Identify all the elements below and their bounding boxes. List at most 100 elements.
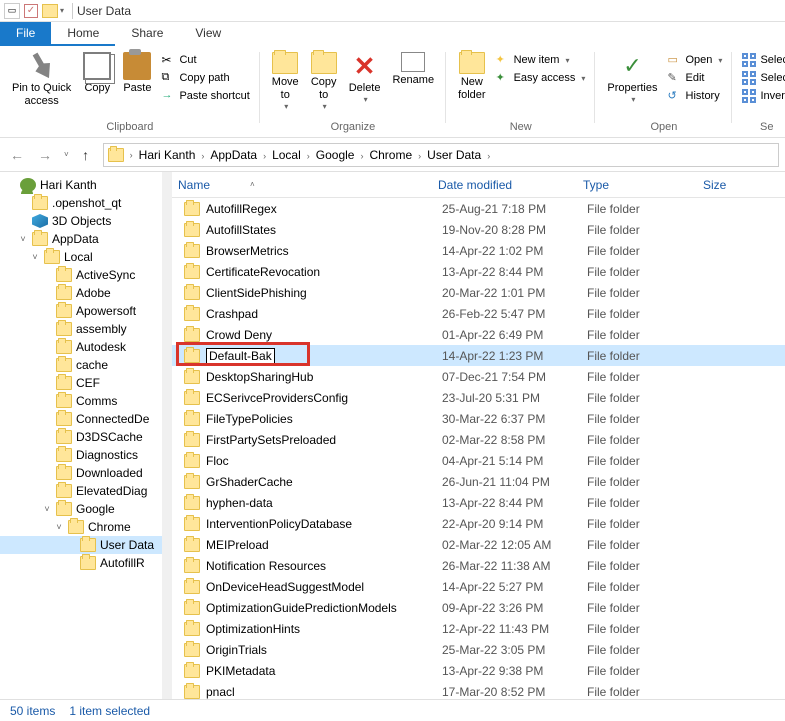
file-row[interactable]: ECSerivceProvidersConfig23-Jul-20 5:31 P… <box>172 387 785 408</box>
file-row[interactable]: hyphen-data13-Apr-22 8:44 PMFile folder <box>172 492 785 513</box>
tree-scrollbar[interactable] <box>162 172 172 699</box>
file-row[interactable]: BrowserMetrics14-Apr-22 1:02 PMFile fold… <box>172 240 785 261</box>
file-row[interactable]: OnDeviceHeadSuggestModel14-Apr-22 5:27 P… <box>172 576 785 597</box>
paste-shortcut-button[interactable]: Paste shortcut <box>159 88 251 104</box>
tree-item[interactable]: ˅Google <box>0 500 162 518</box>
cut-button[interactable]: Cut <box>159 52 251 68</box>
forward-button[interactable]: → <box>34 144 56 166</box>
history-dropdown-icon[interactable]: ˅ <box>64 150 69 159</box>
qa-folder-icon[interactable] <box>42 4 58 18</box>
file-row[interactable]: GrShaderCache26-Jun-21 11:04 PMFile fold… <box>172 471 785 492</box>
file-row[interactable]: OptimizationGuidePredictionModels09-Apr-… <box>172 597 785 618</box>
breadcrumb-segment[interactable]: Chrome <box>365 148 416 162</box>
breadcrumb-segment[interactable]: Google <box>312 148 359 162</box>
expand-icon[interactable]: ˅ <box>30 252 40 262</box>
expand-icon[interactable]: ˅ <box>18 234 28 244</box>
copy-path-button[interactable]: Copy path <box>159 70 251 86</box>
tree-item[interactable]: ˅AppData <box>0 230 162 248</box>
file-row[interactable]: FileTypePolicies30-Mar-22 6:37 PMFile fo… <box>172 408 785 429</box>
file-row[interactable]: CertificateRevocation13-Apr-22 8:44 PMFi… <box>172 261 785 282</box>
file-row[interactable]: ClientSidePhishing20-Mar-22 1:01 PMFile … <box>172 282 785 303</box>
tree-item[interactable]: Adobe <box>0 284 162 302</box>
breadcrumb[interactable]: › Hari Kanth›AppData›Local›Google›Chrome… <box>103 143 779 167</box>
edit-button[interactable]: Edit <box>666 70 725 86</box>
tab-share[interactable]: Share <box>115 22 179 46</box>
tree-item[interactable]: ActiveSync <box>0 266 162 284</box>
copy-to-button[interactable]: Copy to▾ <box>305 50 343 114</box>
history-button[interactable]: History <box>666 88 725 104</box>
up-button[interactable]: ↑ <box>75 144 97 166</box>
chevron-right-icon[interactable]: › <box>485 151 492 161</box>
tree-item[interactable]: .openshot_qt <box>0 194 162 212</box>
chevron-right-icon[interactable]: › <box>128 150 135 160</box>
tree-item[interactable]: Diagnostics <box>0 446 162 464</box>
tree-item[interactable]: Apowersoft <box>0 302 162 320</box>
file-row[interactable]: Crowd Deny01-Apr-22 6:49 PMFile folder <box>172 324 785 345</box>
file-row[interactable]: AutofillStates19-Nov-20 8:28 PMFile fold… <box>172 219 785 240</box>
tree-item[interactable]: ElevatedDiag <box>0 482 162 500</box>
properties-button[interactable]: ✓Properties▾ <box>601 50 663 107</box>
file-row[interactable]: OriginTrials25-Mar-22 3:05 PMFile folder <box>172 639 785 660</box>
tab-view[interactable]: View <box>179 22 237 46</box>
tree-item[interactable]: assembly <box>0 320 162 338</box>
new-folder-button[interactable]: New folder <box>452 50 492 104</box>
back-button[interactable]: ← <box>6 144 28 166</box>
file-row[interactable]: PKIMetadata13-Apr-22 9:38 PMFile folder <box>172 660 785 681</box>
file-list[interactable]: AutofillRegex25-Aug-21 7:18 PMFile folde… <box>172 198 785 699</box>
open-button[interactable]: Open▾ <box>666 52 725 68</box>
tree-item[interactable]: cache <box>0 356 162 374</box>
tree-item[interactable]: Downloaded <box>0 464 162 482</box>
column-name-header[interactable]: Name˄ <box>172 174 432 196</box>
breadcrumb-segment[interactable]: Hari Kanth <box>135 148 200 162</box>
tree-item[interactable]: User Data <box>0 536 162 554</box>
invert-selection-button[interactable]: Invert <box>740 88 785 104</box>
tree-item[interactable]: ˅Local <box>0 248 162 266</box>
copy-button[interactable]: Copy <box>77 50 117 97</box>
rename-input[interactable]: Default-Bak <box>206 348 275 364</box>
paste-button[interactable]: Paste <box>117 50 157 97</box>
file-row[interactable]: pnacl17-Mar-20 8:52 PMFile folder <box>172 681 785 699</box>
file-row[interactable]: DesktopSharingHub07-Dec-21 7:54 PMFile f… <box>172 366 785 387</box>
breadcrumb-segment[interactable]: Local <box>268 148 305 162</box>
select-none-button[interactable]: Select <box>740 70 785 86</box>
tree-item[interactable]: D3DSCache <box>0 428 162 446</box>
tree-item[interactable]: Autodesk <box>0 338 162 356</box>
qa-check-icon[interactable]: ✓ <box>24 4 38 18</box>
column-type-header[interactable]: Type <box>577 174 697 196</box>
new-item-button[interactable]: New item▾ <box>494 52 588 68</box>
tree-item[interactable]: AutofillR <box>0 554 162 572</box>
column-size-header[interactable]: Size <box>697 174 785 196</box>
file-row[interactable]: Notification Resources26-Mar-22 11:38 AM… <box>172 555 785 576</box>
tree-item[interactable]: ConnectedDe <box>0 410 162 428</box>
file-row[interactable]: AutofillRegex25-Aug-21 7:18 PMFile folde… <box>172 198 785 219</box>
tab-home[interactable]: Home <box>51 22 115 46</box>
easy-access-button[interactable]: Easy access▾ <box>494 70 588 86</box>
expand-icon[interactable]: ˅ <box>42 504 52 514</box>
tab-file[interactable]: File <box>0 22 51 46</box>
folder-icon <box>44 250 60 264</box>
breadcrumb-segment[interactable]: User Data <box>423 148 485 162</box>
rename-button[interactable]: Rename <box>386 50 440 89</box>
tree-item[interactable]: ˅Chrome <box>0 518 162 536</box>
file-row[interactable]: OptimizationHints12-Apr-22 11:43 PMFile … <box>172 618 785 639</box>
column-date-header[interactable]: Date modified <box>432 174 577 196</box>
delete-button[interactable]: ✕Delete▾ <box>343 50 387 107</box>
file-row[interactable]: Default-Bak14-Apr-22 1:23 PMFile folder <box>172 345 785 366</box>
file-row[interactable]: Crashpad26-Feb-22 5:47 PMFile folder <box>172 303 785 324</box>
breadcrumb-segment[interactable]: AppData <box>206 148 261 162</box>
tree-item[interactable]: CEF <box>0 374 162 392</box>
select-all-button[interactable]: Select <box>740 52 785 68</box>
file-row[interactable]: InterventionPolicyDatabase22-Apr-20 9:14… <box>172 513 785 534</box>
pin-to-quick-access-button[interactable]: Pin to Quick access <box>6 50 77 110</box>
tree-item[interactable]: Comms <box>0 392 162 410</box>
tree-item[interactable]: 3D Objects <box>0 212 162 230</box>
chevron-right-icon[interactable]: › <box>305 151 312 161</box>
move-to-button[interactable]: Move to▾ <box>266 50 305 114</box>
file-row[interactable]: MEIPreload02-Mar-22 12:05 AMFile folder <box>172 534 785 555</box>
file-row[interactable]: FirstPartySetsPreloaded02-Mar-22 8:58 PM… <box>172 429 785 450</box>
qa-dropdown-icon[interactable]: ▾ <box>60 6 64 15</box>
file-row[interactable]: Floc04-Apr-21 5:14 PMFile folder <box>172 450 785 471</box>
tree-item[interactable]: Hari Kanth <box>0 176 162 194</box>
navigation-tree[interactable]: Hari Kanth.openshot_qt3D Objects˅AppData… <box>0 172 162 699</box>
expand-icon[interactable]: ˅ <box>54 522 64 532</box>
